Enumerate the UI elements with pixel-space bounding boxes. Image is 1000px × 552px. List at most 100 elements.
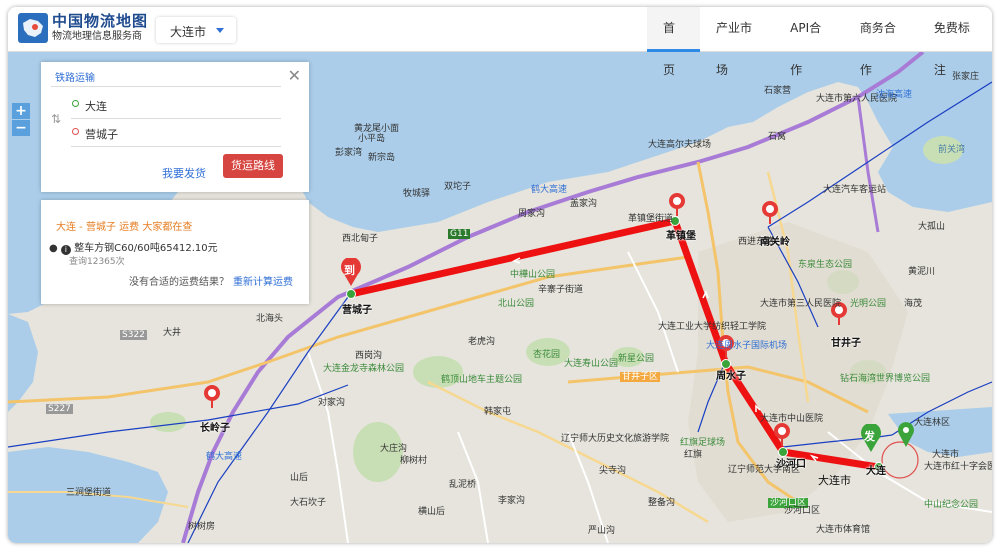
top-nav: 首页 产业市场 API合作 商务合作 免费标注 <box>647 7 992 77</box>
station-pin-icon[interactable] <box>760 200 780 224</box>
from-field[interactable]: 大连 <box>85 98 107 114</box>
map-label: 大连市 <box>932 450 960 460</box>
map-label: 对家沟 <box>318 398 346 408</box>
map-label: 北海头 <box>256 314 284 324</box>
map-label: 红旗足球场 <box>680 438 726 448</box>
map-label: 大孤山 <box>918 222 946 232</box>
location-pin-icon[interactable] <box>897 421 915 447</box>
map-label: 东泉生态公园 <box>798 260 853 270</box>
swap-arrows-icon[interactable]: ⇅ <box>51 112 61 126</box>
map-label: 李家沟 <box>498 496 526 506</box>
no-result-text: 没有合适的运费结果？ <box>129 277 229 288</box>
station-label: 革镇堡 <box>666 231 696 242</box>
map-label: 大连工业大学纺织轻工学院 <box>658 322 767 332</box>
nav-industry-market[interactable]: 产业市场 <box>700 7 774 77</box>
map-label: 石家营 <box>764 86 792 96</box>
map-label: 前关湾 <box>938 145 966 155</box>
city-select-value: 大连市 <box>170 25 207 39</box>
map-label: 山后 <box>290 473 309 483</box>
map-label: 光明公园 <box>850 299 887 309</box>
brand[interactable]: 中国物流地图 物流地理信息服务商 <box>52 13 148 44</box>
brand-subtitle: 物流地理信息服务商 <box>52 31 142 42</box>
site-header: 中国物流地图 物流地理信息服务商 大连市 首页 产业市场 API合作 商务合作 … <box>8 7 992 77</box>
nav-free-mark[interactable]: 免费标注 <box>918 7 992 77</box>
map-label: 大连市红十字会医院 <box>924 462 992 472</box>
result-heading: 大连 - 营城子 运费 大家都在查 <box>56 222 193 233</box>
map-label: 周家沟 <box>518 209 546 219</box>
destination-badge: 到 <box>344 264 355 277</box>
result-item[interactable]: ● i 整车方钢C60/60吨65412.10元 <box>49 239 218 255</box>
divider <box>51 86 281 87</box>
nav-business[interactable]: 商务合作 <box>844 7 918 77</box>
freight-result-panel: 大连 - 营城子 运费 大家都在查 ● i 整车方钢C60/60吨65412.1… <box>41 200 309 304</box>
map-label: 大连市体育馆 <box>816 525 871 535</box>
origin-dot-icon <box>72 100 79 107</box>
map-label: 张家庄 <box>952 72 980 82</box>
zoom-out-button[interactable]: − <box>12 120 30 136</box>
city-select[interactable]: 大连市 <box>156 17 236 43</box>
station-pin-icon[interactable] <box>667 192 687 216</box>
station-label: 甘井子 <box>831 338 861 349</box>
map-label: 新星公园 <box>618 354 655 364</box>
map-label: 鹤大高速 <box>206 452 243 462</box>
map-label: 小平岛 <box>358 134 386 144</box>
map-label: 钻石海湾世界博览公园 <box>840 374 931 384</box>
nav-api[interactable]: API合作 <box>774 7 844 77</box>
zoom-controls: + − <box>12 103 30 137</box>
map-label: 海茂 <box>904 299 923 309</box>
map-label: 新宗岛 <box>368 153 396 163</box>
to-field[interactable]: 营城子 <box>85 126 118 142</box>
china-map-logo-icon[interactable] <box>18 13 48 43</box>
map-label: 大连市中山医院 <box>760 414 824 424</box>
map-label: 尖寺沟 <box>599 466 627 476</box>
map-label: 黄泥川 <box>908 267 936 277</box>
map-label: 石窝 <box>768 132 787 142</box>
station-label: 周水子 <box>716 371 746 382</box>
map-label: 鹤大高速 <box>531 185 568 195</box>
map-label: 韩家屯 <box>484 407 512 417</box>
map-label: 中樺山公园 <box>510 270 556 280</box>
map-label: 大连金龙寺森林公园 <box>323 364 405 374</box>
map-label: 沙河口区 <box>784 506 821 516</box>
map-label: 彭家湾 <box>335 148 363 158</box>
destination-dot-icon <box>72 128 79 135</box>
map-label: 大连市第三人民医院 <box>760 299 842 309</box>
map-label: 中山纪念公园 <box>924 500 979 510</box>
map-label: 大石坎子 <box>290 498 327 508</box>
map-label: 树树房 <box>188 522 216 532</box>
station-dot[interactable] <box>346 289 356 299</box>
divider <box>71 118 281 119</box>
map-label: 柳树村 <box>400 456 428 466</box>
map-label: 沈海高速 <box>876 90 913 100</box>
recalculate-link[interactable]: 重新计算运费 <box>233 273 293 288</box>
nav-home[interactable]: 首页 <box>647 7 701 77</box>
bullet-icon: ● <box>49 243 61 254</box>
zoom-in-button[interactable]: + <box>12 103 30 119</box>
close-icon[interactable]: ✕ <box>288 66 301 85</box>
map-label: 西北甸子 <box>342 234 379 244</box>
map-label: 大连高尔夫球场 <box>648 140 712 150</box>
map-label: 整备沟 <box>648 498 676 508</box>
map-label: 双坨子 <box>444 182 472 192</box>
map-label: 辛寨子街道 <box>538 285 584 295</box>
station-label: 长岭子 <box>200 423 230 434</box>
tab-rail-transport[interactable]: 铁路运输 <box>55 69 95 84</box>
map-label: 大连汽车客运站 <box>823 185 887 195</box>
map-label: 大连林区 <box>914 418 951 428</box>
map-label: 红旗 <box>684 450 703 460</box>
station-label: 大连 <box>866 466 886 477</box>
route-button[interactable]: 货运路线 <box>223 154 283 178</box>
query-count: 查询12365次 <box>69 257 125 267</box>
map-canvas[interactable]: 到 发 营城子 革镇堡 南关岭 甘井子 周水子 沙河口 大连 长岭子 黄龙尾小面… <box>8 52 992 543</box>
ship-goods-link[interactable]: 我要发货 <box>162 165 206 181</box>
map-label: 大连寿山公园 <box>564 359 619 369</box>
station-pin-icon[interactable] <box>202 384 222 408</box>
station-label: 营城子 <box>342 305 372 316</box>
map-label: 盖家沟 <box>570 199 598 209</box>
map-label: 鹤顶山地车主题公园 <box>441 375 523 385</box>
map-label: 西岗沟 <box>355 351 383 361</box>
station-pin-icon[interactable] <box>772 422 792 446</box>
map-label: 北山公园 <box>498 299 535 309</box>
map-label: S322 <box>120 330 147 340</box>
map-label: 三涧堡街道 <box>66 488 112 498</box>
